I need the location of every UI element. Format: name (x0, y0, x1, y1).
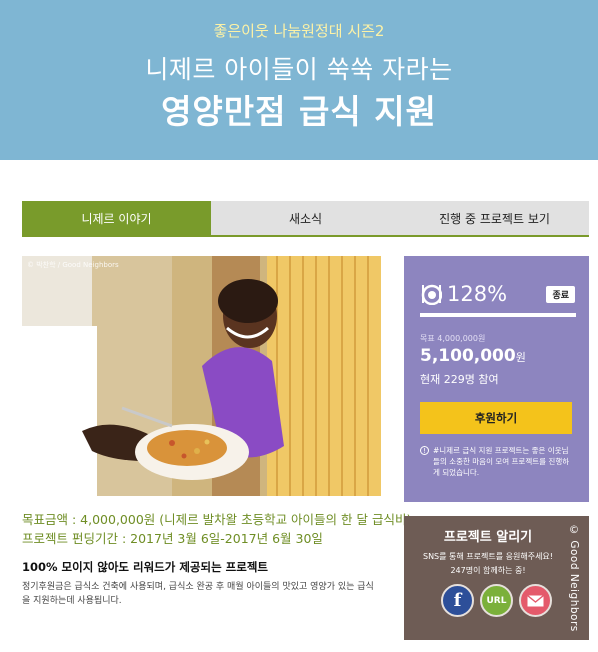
reward-subheading: 100% 모이지 않아도 리워드가 제공되는 프로젝트 (22, 560, 268, 574)
funding-period-text: 프로젝트 펀딩기간 : 2017년 3월 6일-2017년 6월 30일 (22, 531, 323, 546)
share-text: SNS를 통해 프로젝트를 응원해주세요! 247명이 함께하는 중! (404, 550, 572, 578)
tab-ongoing-projects[interactable]: 진행 중 프로젝트 보기 (400, 201, 589, 235)
hero-title-line1: 니제르 아이들이 쑥쑥 자라는 (145, 55, 453, 84)
share-icons: f URL (441, 584, 552, 617)
mail-icon[interactable] (519, 584, 552, 617)
percent-row: 128% (420, 282, 507, 306)
funding-percent: 128% (447, 282, 508, 306)
funding-panel: 128% 종료 목표 4,000,000원 5,100,000원 현재 229명… (404, 256, 589, 502)
url-icon[interactable]: URL (480, 584, 513, 617)
project-goal-info: 목표금액 : 4,000,000원 (니제르 발차왈 초등학교 아이들의 한 달… (22, 510, 411, 548)
raised-amount-unit: 원 (515, 351, 526, 364)
vertical-credit: © Good Neighbors (566, 516, 588, 640)
envelope-icon (527, 594, 544, 606)
tab-niger-story[interactable]: 니제르 이야기 (22, 201, 211, 235)
share-panel: 프로젝트 알리기 SNS를 통해 프로젝트를 응원해주세요! 247명이 함께하… (404, 516, 589, 640)
donate-button[interactable]: 후원하기 (420, 402, 572, 434)
raised-amount: 5,100,000원 (420, 346, 526, 366)
target-amount: 목표 4,000,000원 (420, 334, 486, 343)
progress-bar (420, 313, 576, 317)
side-credit-text: © Good Neighbors (568, 524, 580, 632)
raised-amount-value: 5,100,000 (420, 346, 516, 366)
status-badge: 종료 (546, 286, 575, 303)
child-with-plate-image (22, 256, 381, 496)
hero-title-line2: 영양만점 급식 지원 (161, 92, 437, 131)
photo-credit: © 박찬학 / Good Neighbors (27, 261, 119, 269)
notice-text: #니제르 급식 지원 프로젝트는 좋은 이웃님들의 소중한 마음이 모여 프로젝… (433, 446, 570, 477)
facebook-icon[interactable]: f (441, 584, 474, 617)
hero-kicker: 좋은이웃 나눔원정대 시즌2 (213, 22, 385, 40)
hero-banner: 좋은이웃 나눔원정대 시즌2 니제르 아이들이 쑥쑥 자라는 영양만점 급식 지… (0, 0, 598, 160)
share-line2: 247명이 함께하는 중! (450, 566, 526, 575)
project-description: 정기후원금은 급식소 건축에 사용되며, 급식소 완공 후 매월 아이들의 맛있… (22, 582, 374, 606)
info-icon: ! (420, 446, 429, 455)
project-photo: © 박찬학 / Good Neighbors (22, 256, 381, 496)
share-line1: SNS를 통해 프로젝트를 응원해주세요! (422, 552, 553, 561)
goal-amount-text: 목표금액 : 4,000,000원 (니제르 발차왈 초등학교 아이들의 한 달… (22, 512, 412, 527)
tab-bar: 니제르 이야기 새소식 진행 중 프로젝트 보기 (22, 201, 589, 237)
participant-count: 현재 229명 참여 (420, 373, 499, 386)
project-notice: ! #니제르 급식 지원 프로젝트는 좋은 이웃님들의 소중한 마음이 모여 프… (420, 445, 573, 478)
share-title: 프로젝트 알리기 (443, 530, 533, 545)
tab-news[interactable]: 새소식 (211, 201, 400, 235)
meal-icon (421, 284, 442, 305)
